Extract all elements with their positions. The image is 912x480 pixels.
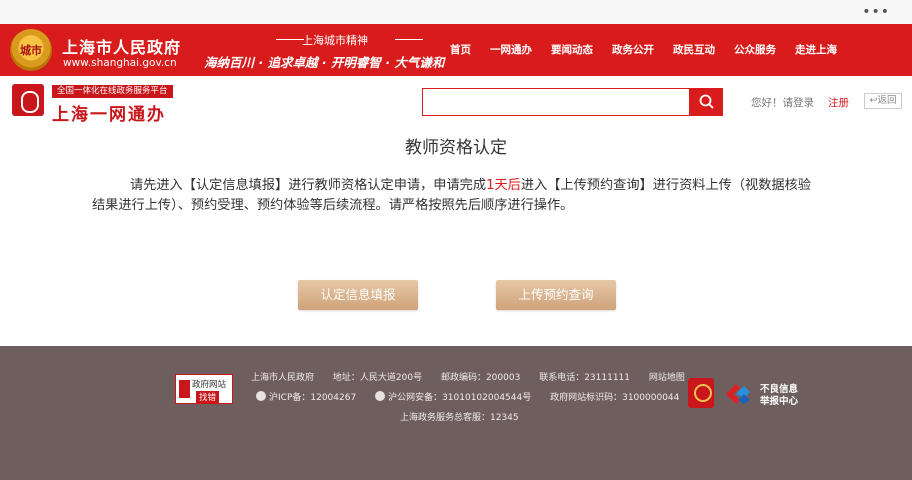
- main-nav: 首页 一网通办 要闻动态 政务公开 政民互动 公众服务 走进上海: [450, 42, 856, 57]
- find-error-badge[interactable]: 政府网站 找错: [175, 374, 233, 404]
- instructions-highlight: 1天后: [486, 178, 521, 193]
- footer-registration-row: 沪ICP备：12004267 沪公网安备：31010102004544号 政府网…: [256, 390, 679, 403]
- party-gov-badge-icon[interactable]: [688, 378, 714, 408]
- national-emblem-icon: [179, 380, 190, 398]
- police-icon: [375, 391, 386, 401]
- footer-address: 地址：人民大道200号: [332, 373, 423, 383]
- instructions-text: 请先进入【认定信息填报】进行教师资格认定申请，申请完成1天后进入【上传预约查询】…: [92, 176, 820, 216]
- divider-line: [395, 39, 423, 40]
- site-footer: 政府网站 找错 上海市人民政府 地址：人民大道200号 邮政编码：200003 …: [0, 346, 912, 480]
- login-link[interactable]: 您好！请登录: [751, 95, 814, 110]
- footer-phone: 联系电话：23111111: [539, 373, 630, 383]
- gov-title[interactable]: 上海市人民政府: [62, 34, 181, 58]
- nav-item-home[interactable]: 首页: [450, 42, 471, 57]
- platform-badge: 全国一体化在线政务服务平台: [52, 85, 173, 98]
- fill-certification-info-button[interactable]: 认定信息填报: [298, 280, 418, 310]
- nav-item-news[interactable]: 要闻动态: [551, 42, 593, 57]
- search-icon: [699, 94, 714, 109]
- gov-url: www.shanghai.gov.cn: [63, 57, 177, 69]
- report-center-icon[interactable]: [724, 382, 752, 406]
- search-button[interactable]: [690, 88, 723, 116]
- city-spirit-text: 海纳百川 · 追求卓越 · 开明睿智 · 大气谦和: [204, 55, 445, 70]
- report-line1: 不良信息: [760, 384, 799, 395]
- icp-icon: [256, 391, 266, 401]
- report-line2: 举报中心: [760, 396, 799, 407]
- find-error-line2: 找错: [196, 391, 220, 403]
- city-emblem-logo[interactable]: 城市: [10, 29, 52, 71]
- nav-item-about-shanghai[interactable]: 走进上海: [795, 42, 837, 57]
- service-bar: 全国一体化在线政务服务平台 上海一网通办 您好！请登录 注册 ↩返回: [0, 76, 912, 125]
- register-link[interactable]: 注册: [828, 95, 849, 110]
- nav-item-interaction[interactable]: 政民互动: [673, 42, 715, 57]
- back-button[interactable]: ↩返回: [864, 93, 902, 109]
- more-options-icon[interactable]: •••: [862, 4, 890, 20]
- city-spirit-title: 上海城市精神: [302, 34, 368, 47]
- footer-info-row: 上海市人民政府 地址：人民大道200号 邮政编码：200003 联系电话：231…: [251, 370, 685, 383]
- footer-sitemap-link[interactable]: 网站地图: [649, 373, 685, 383]
- nav-item-public-service[interactable]: 公众服务: [734, 42, 776, 57]
- nav-item-one-stop[interactable]: 一网通办: [490, 42, 532, 57]
- site-header: 城市 上海市人民政府 www.shanghai.gov.cn 上海城市精神 海纳…: [0, 24, 912, 76]
- page-title: 教师资格认定: [405, 138, 507, 158]
- footer-postcode: 邮政编码：200003: [440, 373, 521, 383]
- find-error-line1: 政府网站: [192, 380, 227, 390]
- search-input[interactable]: [422, 88, 690, 116]
- report-center-link[interactable]: 不良信息 举报中心: [760, 384, 798, 408]
- footer-gov-link[interactable]: 上海市人民政府: [251, 373, 314, 383]
- one-stop-title[interactable]: 上海一网通办: [52, 100, 166, 125]
- window-titlebar: •••: [0, 0, 912, 24]
- upload-appointment-query-button[interactable]: 上传预约查询: [496, 280, 616, 310]
- footer-hotline: 上海政务服务总客服：12345: [400, 413, 519, 423]
- instructions-part1: 请先进入【认定信息填报】进行教师资格认定申请，申请完成: [130, 178, 487, 193]
- footer-police-link[interactable]: 沪公网安备：31010102004544号: [388, 393, 531, 403]
- footer-icp-link[interactable]: 沪ICP备：12004267: [269, 393, 356, 403]
- one-stop-logo-icon[interactable]: [12, 84, 44, 116]
- footer-site-code: 政府网站标识码：3100000044: [550, 393, 680, 403]
- emblem-text: 城市: [20, 44, 42, 57]
- nav-item-gov-affairs[interactable]: 政务公开: [612, 42, 654, 57]
